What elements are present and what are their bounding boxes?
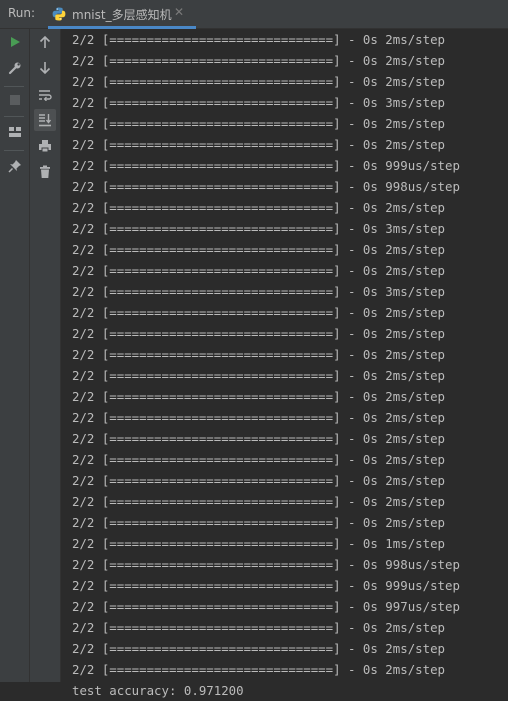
print-button[interactable] bbox=[34, 135, 56, 157]
restore-layout-button[interactable] bbox=[4, 121, 26, 143]
tab-mnist[interactable]: mnist_多层感知机 ✕ bbox=[48, 0, 196, 29]
console-line: 2/2 [==============================] - 0… bbox=[72, 641, 445, 656]
wrench-icon bbox=[8, 62, 21, 75]
stop-icon bbox=[10, 95, 20, 105]
stop-button[interactable] bbox=[4, 89, 26, 111]
console-line: 2/2 [==============================] - 0… bbox=[72, 347, 445, 362]
scroll-to-end-button[interactable] bbox=[34, 109, 56, 131]
play-icon bbox=[11, 37, 20, 47]
run-label: Run: bbox=[8, 6, 36, 20]
console-line: 2/2 [==============================] - 0… bbox=[72, 74, 445, 89]
console-line: 2/2 [==============================] - 0… bbox=[72, 620, 445, 635]
console-line: 2/2 [==============================] - 0… bbox=[72, 368, 445, 383]
clear-all-button[interactable] bbox=[34, 161, 56, 183]
console-line: 2/2 [==============================] - 0… bbox=[72, 536, 445, 551]
toolbar-separator bbox=[4, 86, 24, 87]
soft-wrap-icon bbox=[39, 90, 52, 101]
console-line: 2/2 [==============================] - 0… bbox=[72, 95, 445, 110]
console-line: 2/2 [==============================] - 0… bbox=[72, 452, 445, 467]
scroll-up-button[interactable] bbox=[34, 31, 56, 53]
console-line: 2/2 [==============================] - 0… bbox=[72, 515, 445, 530]
console-line: 2/2 [==============================] - 0… bbox=[72, 431, 445, 446]
console-output[interactable]: 2/2 [==============================] - 0… bbox=[61, 29, 508, 698]
soft-wrap-button[interactable] bbox=[34, 84, 56, 106]
console-line: 2/2 [==============================] - 0… bbox=[72, 200, 445, 215]
console-line: 2/2 [==============================] - 0… bbox=[72, 32, 445, 47]
console-line: 2/2 [==============================] - 0… bbox=[72, 221, 445, 236]
console-line: 2/2 [==============================] - 0… bbox=[72, 410, 445, 425]
console-line: 2/2 [==============================] - 0… bbox=[72, 326, 445, 341]
pin-icon bbox=[8, 160, 21, 173]
console-line: 2/2 [==============================] - 0… bbox=[72, 158, 460, 173]
run-header: Run: mnist_多层感知机 ✕ bbox=[0, 0, 508, 29]
console-line: 2/2 [==============================] - 0… bbox=[72, 137, 445, 152]
edit-configuration-button[interactable] bbox=[4, 57, 26, 79]
scroll-down-button[interactable] bbox=[34, 57, 56, 79]
console-line: 2/2 [==============================] - 0… bbox=[72, 53, 445, 68]
run-toolbar-right bbox=[30, 29, 61, 682]
console-line: 2/2 [==============================] - 0… bbox=[72, 389, 445, 404]
tab-title: mnist_多层感知机 bbox=[72, 8, 172, 22]
arrow-down-icon bbox=[39, 62, 51, 75]
console-line: 2/2 [==============================] - 0… bbox=[72, 263, 445, 278]
toolbar-separator bbox=[4, 116, 24, 117]
toolbar-separator bbox=[4, 150, 24, 151]
console-line: 2/2 [==============================] - 0… bbox=[72, 305, 445, 320]
console-line: 2/2 [==============================] - 0… bbox=[72, 494, 445, 509]
print-icon bbox=[39, 140, 51, 153]
console-final-line: test accuracy: 0.971200 bbox=[72, 683, 244, 698]
console-line: 2/2 [==============================] - 0… bbox=[72, 578, 460, 593]
console-line: 2/2 [==============================] - 0… bbox=[72, 116, 445, 131]
python-icon bbox=[52, 7, 66, 21]
run-toolbar-left bbox=[0, 29, 30, 682]
layout-icon bbox=[9, 127, 21, 137]
console-line: 2/2 [==============================] - 0… bbox=[72, 473, 445, 488]
pin-tab-button[interactable] bbox=[4, 155, 26, 177]
scroll-to-end-icon bbox=[39, 114, 52, 127]
console-line: 2/2 [==============================] - 0… bbox=[72, 242, 445, 257]
tab-close-icon[interactable]: ✕ bbox=[174, 5, 184, 19]
trash-icon bbox=[40, 165, 50, 178]
console-line: 2/2 [==============================] - 0… bbox=[72, 557, 460, 572]
console-line: 2/2 [==============================] - 0… bbox=[72, 179, 460, 194]
console-line: 2/2 [==============================] - 0… bbox=[72, 284, 445, 299]
arrow-up-icon bbox=[39, 35, 51, 48]
rerun-button[interactable] bbox=[4, 31, 26, 53]
console-line: 2/2 [==============================] - 0… bbox=[72, 662, 445, 677]
console-line: 2/2 [==============================] - 0… bbox=[72, 599, 460, 614]
